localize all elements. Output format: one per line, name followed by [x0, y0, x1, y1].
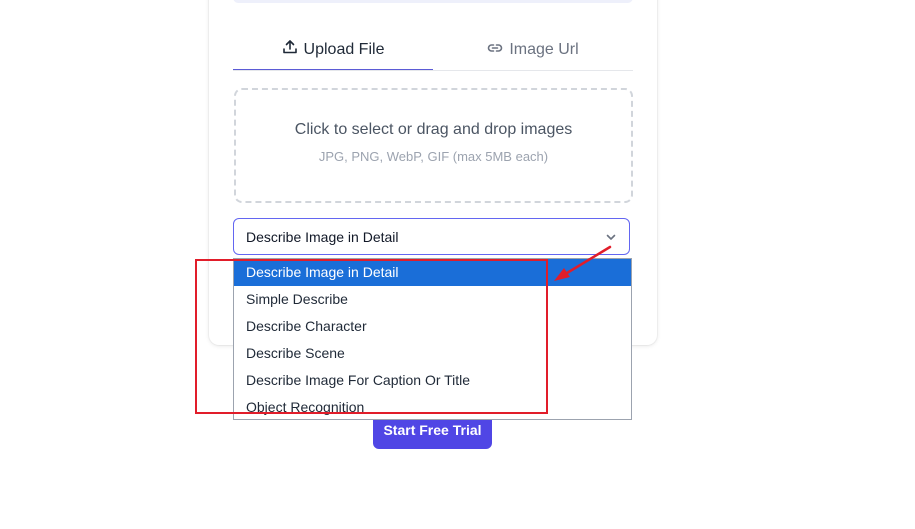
- describe-mode-options: Describe Image in Detail Simple Describe…: [233, 258, 632, 420]
- tab-upload-file[interactable]: Upload File: [233, 30, 433, 71]
- option-describe-character[interactable]: Describe Character: [234, 313, 631, 340]
- tabs-divider: [233, 70, 633, 71]
- option-simple-describe[interactable]: Simple Describe: [234, 286, 631, 313]
- describe-mode-select[interactable]: Describe Image in Detail: [233, 218, 630, 255]
- dropzone-subtitle: JPG, PNG, WebP, GIF (max 5MB each): [318, 149, 549, 164]
- card-top-strip: [233, 0, 633, 3]
- upload-icon: [282, 39, 298, 60]
- select-value: Describe Image in Detail: [246, 228, 399, 245]
- tab-url-label: Image Url: [509, 41, 579, 58]
- option-caption-or-title[interactable]: Describe Image For Caption Or Title: [234, 367, 631, 394]
- dropzone-title: Click to select or drag and drop images: [294, 121, 573, 138]
- option-describe-scene[interactable]: Describe Scene: [234, 340, 631, 367]
- chevron-down-icon: [605, 230, 617, 242]
- image-dropzone[interactable]: Click to select or drag and drop images …: [234, 88, 633, 203]
- tab-image-url[interactable]: Image Url: [433, 30, 633, 70]
- option-describe-image-in-detail[interactable]: Describe Image in Detail: [234, 259, 631, 286]
- link-icon: [487, 40, 503, 61]
- option-object-recognition[interactable]: Object Recognition: [234, 394, 631, 421]
- tab-upload-label: Upload File: [303, 40, 385, 58]
